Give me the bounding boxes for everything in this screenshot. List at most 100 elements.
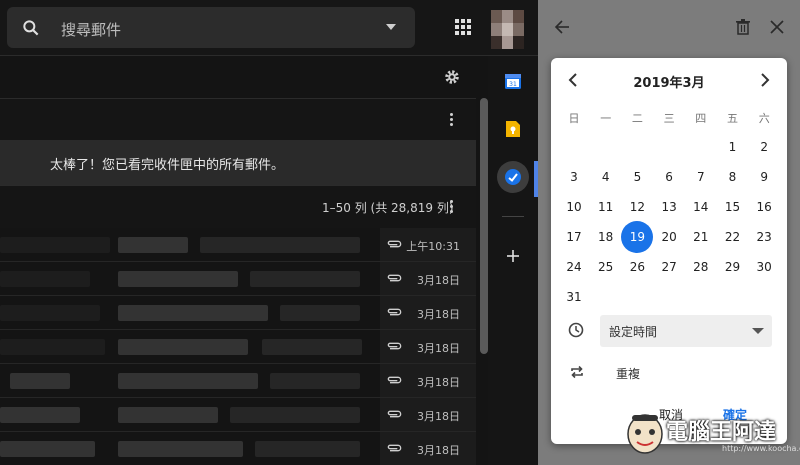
trash-icon[interactable] (736, 19, 750, 35)
calendar-day[interactable]: 28 (685, 252, 717, 282)
calendar-day[interactable]: 20 (653, 222, 685, 252)
calendar-day[interactable]: 18 (590, 222, 622, 252)
day-grid: 1 2 3 4 5 6 7 8 9 10 11 12 13 14 15 16 17 18 19 20 21 22 23 24 2… (558, 132, 780, 312)
day-number: 5 (633, 170, 642, 184)
day-number: 12 (629, 200, 646, 214)
day-number: 16 (756, 200, 772, 214)
calendar-day[interactable]: 29 (717, 252, 749, 282)
calendar-day[interactable]: 17 (558, 222, 590, 252)
search-input[interactable]: 搜尋郵件 (61, 19, 121, 40)
mail-row[interactable]: 3月18日 (0, 432, 476, 465)
avatar[interactable] (491, 10, 525, 49)
calendar-day[interactable]: 13 (653, 192, 685, 222)
day-number: 20 (661, 230, 677, 244)
calendar-app-icon[interactable]: 31 (504, 72, 522, 90)
day-number: 13 (661, 200, 677, 214)
mail-row[interactable]: 3月18日 (0, 330, 476, 364)
clock-icon (568, 322, 584, 338)
toolbar-row (0, 98, 476, 140)
calendar-day[interactable]: 6 (653, 162, 685, 192)
settings-gear-icon[interactable] (443, 68, 461, 86)
close-icon[interactable] (770, 20, 784, 34)
mail-row[interactable]: 3月18日 (0, 364, 476, 398)
mail-date: 3月18日 (417, 444, 460, 457)
keep-app-icon[interactable] (505, 120, 521, 138)
pagination-more-icon[interactable] (450, 200, 454, 215)
calendar-day[interactable]: 27 (653, 252, 685, 282)
calendar-day[interactable]: 11 (590, 192, 622, 222)
day-number: 10 (566, 200, 582, 214)
calendar-day[interactable]: 22 (717, 222, 749, 252)
weekday-header: 日一二三四五六 (558, 110, 780, 126)
calendar-day[interactable]: 9 (748, 162, 780, 192)
next-month-chevron-right-icon[interactable] (759, 72, 771, 88)
empty-inbox-banner: 太棒了！您已看完收件匣中的所有郵件。 (0, 140, 476, 185)
calendar-day[interactable]: 16 (748, 192, 780, 222)
day-number: 26 (629, 260, 646, 274)
day-number: 4 (601, 170, 610, 184)
search-options-chevron-down-icon[interactable] (386, 24, 396, 30)
back-arrow-icon[interactable] (554, 19, 570, 35)
mail-row[interactable]: 3月18日 (0, 296, 476, 330)
calendar-day[interactable]: 31 (558, 282, 590, 312)
scrollbar[interactable] (480, 98, 488, 354)
calendar-day[interactable]: 1 (717, 132, 749, 162)
calendar-day[interactable]: 14 (685, 192, 717, 222)
calendar-day[interactable]: 26 (621, 252, 653, 282)
day-number: 14 (693, 200, 709, 214)
day-number: 15 (724, 200, 741, 214)
calendar-day[interactable]: 21 (685, 222, 717, 252)
weekday-label: 一 (600, 112, 612, 125)
calendar-day[interactable]: 30 (748, 252, 780, 282)
top-bar: 搜尋郵件 (0, 0, 538, 56)
mail-row[interactable]: 3月18日 (0, 262, 476, 296)
time-select-label: 設定時間 (609, 325, 658, 339)
day-number: 24 (566, 260, 582, 274)
mail-date: 3月18日 (417, 376, 460, 389)
calendar-day[interactable]: 25 (590, 252, 622, 282)
day-number: 17 (566, 230, 582, 244)
more-options-icon[interactable] (450, 113, 454, 128)
attachment-icon (387, 240, 402, 248)
add-addon-plus-icon[interactable] (507, 250, 519, 262)
calendar-day[interactable]: 24 (558, 252, 590, 282)
calendar-day[interactable]: 23 (748, 222, 780, 252)
calendar-day[interactable]: 4 (590, 162, 622, 192)
weekday-label: 二 (631, 112, 643, 125)
calendar-day[interactable]: 2 (748, 132, 780, 162)
mail-row[interactable]: 3月18日 (0, 398, 476, 432)
day-number: 23 (756, 230, 772, 244)
calendar-day[interactable]: 12 (621, 192, 653, 222)
day-number: 6 (665, 170, 673, 184)
mail-list: 上午10:31 3月18日 3月18日 3月18日 3月18日 3月18日 3月… (0, 228, 476, 465)
weekday-label: 六 (758, 112, 770, 125)
day-number: 9 (760, 170, 768, 184)
day-number: 25 (598, 260, 614, 274)
day-number: 8 (728, 170, 737, 184)
calendar-day[interactable]: 8 (717, 162, 749, 192)
day-number: 22 (724, 230, 741, 244)
calendar-day[interactable]: 3 (558, 162, 590, 192)
calendar-day[interactable]: 10 (558, 192, 590, 222)
repeat-option[interactable]: 重複 (616, 365, 640, 382)
rail-divider (502, 216, 524, 217)
selected-day[interactable]: 19 (621, 221, 654, 253)
chevron-down-icon (752, 328, 764, 334)
search-box[interactable]: 搜尋郵件 (7, 7, 415, 48)
time-select[interactable]: 設定時間 (600, 315, 772, 347)
day-number: 30 (756, 260, 772, 274)
attachment-icon (387, 410, 402, 418)
banner-text: 太棒了！您已看完收件匣中的所有郵件。 (50, 158, 285, 173)
calendar-day[interactable]: 15 (717, 192, 749, 222)
calendar-day[interactable]: 5 (621, 162, 653, 192)
calendar-day[interactable]: 7 (685, 162, 717, 192)
attachment-icon (387, 376, 402, 384)
weekday-label: 五 (727, 112, 738, 125)
day-number: 2 (760, 140, 768, 154)
weekday-label: 三 (663, 112, 675, 125)
apps-grid-icon[interactable] (455, 19, 471, 35)
repeat-icon (571, 365, 583, 379)
tasks-app-button[interactable] (497, 161, 529, 193)
mail-row[interactable]: 上午10:31 (0, 228, 476, 262)
attachment-icon (387, 308, 402, 316)
